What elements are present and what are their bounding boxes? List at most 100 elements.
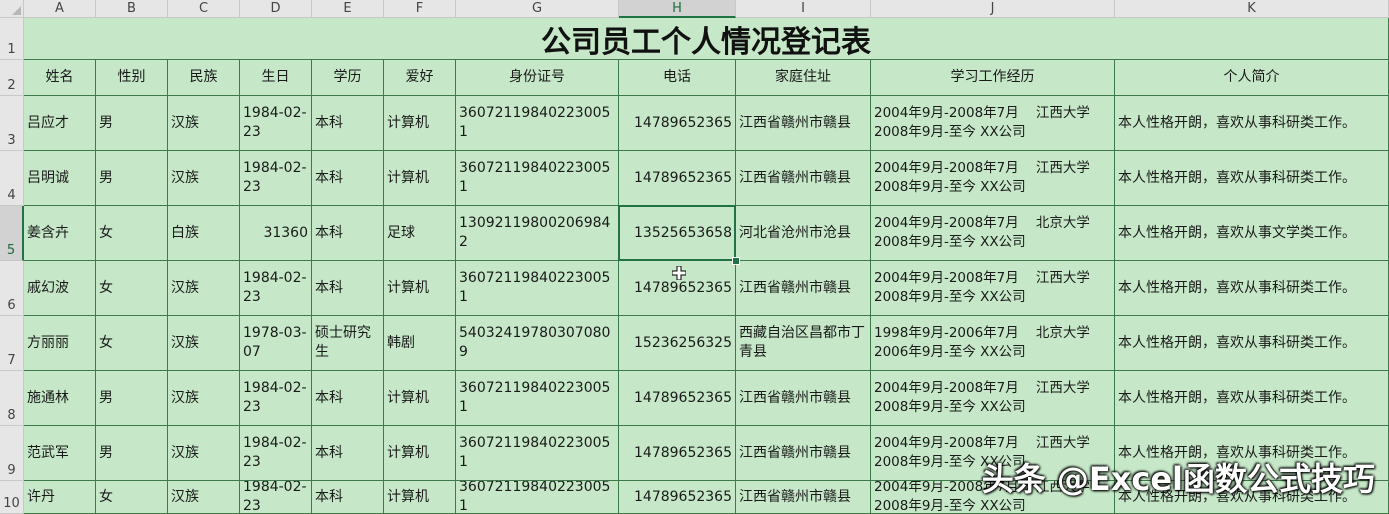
table-cell[interactable]: 硕士研究生 xyxy=(312,316,384,371)
table-cell[interactable]: 本科 xyxy=(312,96,384,151)
column-header-c[interactable]: C xyxy=(168,0,240,18)
column-title-cell[interactable]: 爱好 xyxy=(384,60,456,96)
table-cell[interactable]: 14789652365 xyxy=(619,426,736,481)
table-cell[interactable]: 本科 xyxy=(312,426,384,481)
column-header-h[interactable]: H xyxy=(619,0,736,18)
table-cell[interactable]: 范武军 xyxy=(24,426,96,481)
table-cell[interactable]: 1984-02-23 xyxy=(240,151,312,206)
row-header-1[interactable]: 1 xyxy=(0,18,24,60)
table-cell[interactable]: 360721198402230051 xyxy=(456,96,619,151)
table-cell[interactable]: 男 xyxy=(96,151,168,206)
table-cell[interactable]: 足球 xyxy=(384,206,456,261)
table-cell[interactable]: 江西省赣州市赣县 xyxy=(736,481,871,514)
column-title-cell[interactable]: 民族 xyxy=(168,60,240,96)
table-cell[interactable]: 1978-03-07 xyxy=(240,316,312,371)
column-header-b[interactable]: B xyxy=(96,0,168,18)
table-cell[interactable]: 汉族 xyxy=(168,261,240,316)
table-cell[interactable]: 31360 xyxy=(240,206,312,261)
sheet-title[interactable]: 公司员工个人情况登记表 xyxy=(24,18,1389,60)
table-cell[interactable]: 本科 xyxy=(312,261,384,316)
column-header-g[interactable]: G xyxy=(456,0,619,18)
table-cell[interactable]: 计算机 xyxy=(384,426,456,481)
table-cell[interactable]: 吕明诚 xyxy=(24,151,96,206)
table-cell[interactable]: 本人性格开朗，喜欢从事科研类工作。 xyxy=(1115,261,1389,316)
table-cell[interactable]: 1984-02-23 xyxy=(240,371,312,426)
table-cell[interactable]: 1984-02-23 xyxy=(240,481,312,514)
column-header-e[interactable]: E xyxy=(312,0,384,18)
table-cell[interactable]: 360721198402230051 xyxy=(456,371,619,426)
row-header-9[interactable]: 9 xyxy=(0,426,24,481)
table-cell[interactable]: 吕应才 xyxy=(24,96,96,151)
column-title-cell[interactable]: 姓名 xyxy=(24,60,96,96)
column-title-cell[interactable]: 性别 xyxy=(96,60,168,96)
table-cell[interactable]: 男 xyxy=(96,426,168,481)
table-cell[interactable]: 360721198402230051 xyxy=(456,426,619,481)
table-cell[interactable]: 15236256325 xyxy=(619,316,736,371)
table-cell[interactable]: 汉族 xyxy=(168,151,240,206)
table-cell[interactable]: 汉族 xyxy=(168,371,240,426)
table-cell[interactable]: 白族 xyxy=(168,206,240,261)
table-cell[interactable]: 2004年9月-2008年7月 江西大学 2008年9月-至今 XX公司 xyxy=(871,96,1115,151)
table-cell[interactable]: 姜含卉 xyxy=(24,206,96,261)
table-cell[interactable]: 2004年9月-2008年7月 江西大学 2008年9月-至今 XX公司 xyxy=(871,261,1115,316)
table-cell[interactable]: 14789652365 xyxy=(619,151,736,206)
table-cell[interactable]: 14789652365 xyxy=(619,96,736,151)
column-title-cell[interactable]: 身份证号 xyxy=(456,60,619,96)
table-cell[interactable]: 计算机 xyxy=(384,481,456,514)
column-header-d[interactable]: D xyxy=(240,0,312,18)
select-all-corner[interactable] xyxy=(0,0,24,18)
table-cell[interactable]: 汉族 xyxy=(168,426,240,481)
table-cell[interactable]: 360721198402230051 xyxy=(456,151,619,206)
table-cell[interactable]: 男 xyxy=(96,371,168,426)
table-cell[interactable]: 1984-02-23 xyxy=(240,426,312,481)
table-cell[interactable]: 计算机 xyxy=(384,96,456,151)
table-cell[interactable]: 1984-02-23 xyxy=(240,261,312,316)
column-title-cell[interactable]: 学历 xyxy=(312,60,384,96)
table-cell[interactable]: 汉族 xyxy=(168,96,240,151)
table-cell[interactable]: 1998年9月-2006年7月 北京大学 2006年9月-至今 XX公司 xyxy=(871,316,1115,371)
column-header-f[interactable]: F xyxy=(384,0,456,18)
row-header-10[interactable]: 10 xyxy=(0,481,24,514)
column-title-cell[interactable]: 个人简介 xyxy=(1115,60,1389,96)
column-title-cell[interactable]: 学习工作经历 xyxy=(871,60,1115,96)
table-cell[interactable]: 130921198002069842 xyxy=(456,206,619,261)
table-cell[interactable]: 1984-02-23 xyxy=(240,96,312,151)
table-cell[interactable]: 江西省赣州市赣县 xyxy=(736,426,871,481)
table-cell[interactable]: 方丽丽 xyxy=(24,316,96,371)
table-cell[interactable]: 河北省沧州市沧县 xyxy=(736,206,871,261)
table-cell[interactable]: 2004年9月-2008年7月 江西大学 2008年9月-至今 XX公司 xyxy=(871,371,1115,426)
table-cell[interactable]: 本人性格开朗，喜欢从事科研类工作。 xyxy=(1115,316,1389,371)
table-cell[interactable]: 本科 xyxy=(312,151,384,206)
table-cell[interactable]: 男 xyxy=(96,96,168,151)
table-cell[interactable]: 计算机 xyxy=(384,261,456,316)
table-cell[interactable]: 计算机 xyxy=(384,371,456,426)
table-cell[interactable]: 女 xyxy=(96,206,168,261)
row-header-7[interactable]: 7 xyxy=(0,316,24,371)
table-cell[interactable]: 14789652365 xyxy=(619,481,736,514)
table-cell[interactable]: 韩剧 xyxy=(384,316,456,371)
spreadsheet-grid[interactable]: ABCDEFGHIJK 1 2 3 4 5 6 7 8 9 10 公司员工个人情况登记表 姓名 性别… xyxy=(0,0,1389,514)
table-cell[interactable]: 本人性格开朗，喜欢从事科研类工作。 xyxy=(1115,371,1389,426)
table-cell[interactable]: 女 xyxy=(96,316,168,371)
table-cell[interactable]: 2004年9月-2008年7月 北京大学 2008年9月-至今 XX公司 xyxy=(871,206,1115,261)
table-cell[interactable]: 女 xyxy=(96,481,168,514)
table-cell[interactable]: 女 xyxy=(96,261,168,316)
table-cell[interactable]: 江西省赣州市赣县 xyxy=(736,96,871,151)
table-cell[interactable]: 戚幻波 xyxy=(24,261,96,316)
table-cell[interactable]: 本科 xyxy=(312,371,384,426)
table-cell[interactable]: 本人性格开朗，喜欢从事文学类工作。 xyxy=(1115,206,1389,261)
row-header-3[interactable]: 3 xyxy=(0,96,24,151)
table-cell[interactable]: 汉族 xyxy=(168,481,240,514)
table-cell[interactable]: 施通林 xyxy=(24,371,96,426)
table-cell[interactable]: 江西省赣州市赣县 xyxy=(736,151,871,206)
table-cell[interactable]: 360721198402230051 xyxy=(456,261,619,316)
row-header-5[interactable]: 5 xyxy=(0,206,24,261)
row-header-8[interactable]: 8 xyxy=(0,371,24,426)
table-cell[interactable]: 本科 xyxy=(312,481,384,514)
column-title-cell[interactable]: 家庭住址 xyxy=(736,60,871,96)
table-cell[interactable]: 许丹 xyxy=(24,481,96,514)
column-header-i[interactable]: I xyxy=(736,0,871,18)
column-header-j[interactable]: J xyxy=(871,0,1115,18)
table-cell[interactable]: 360721198402230051 xyxy=(456,481,619,514)
column-header-a[interactable]: A xyxy=(24,0,96,18)
